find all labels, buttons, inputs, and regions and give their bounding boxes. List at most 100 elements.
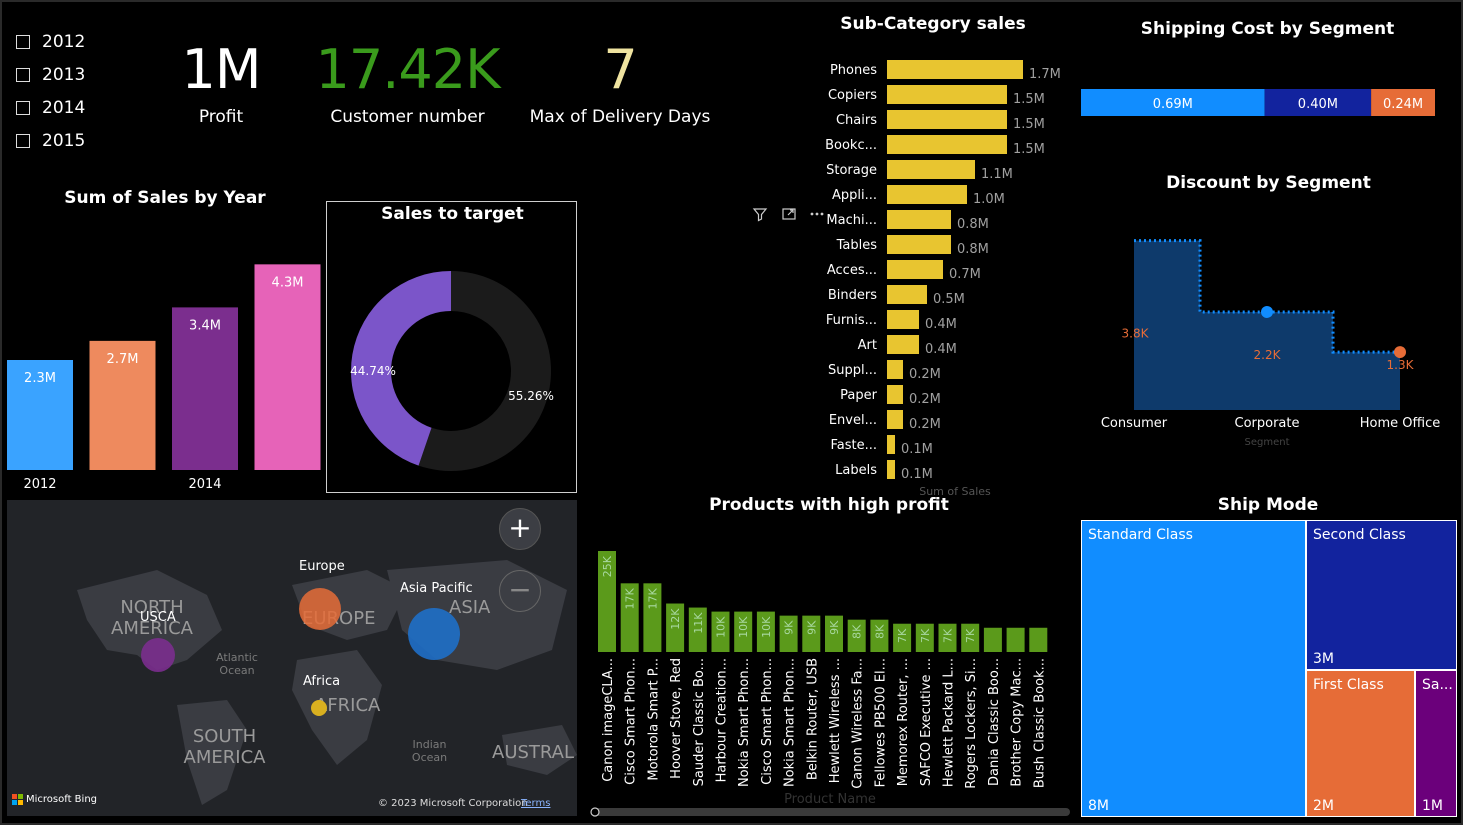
subcategory-bar[interactable] — [887, 185, 967, 204]
subcategory-bar[interactable] — [887, 260, 943, 279]
product-name-label: Motorola Smart P... — [646, 658, 661, 781]
subcategory-value: 0.2M — [909, 367, 941, 382]
subcategory-bar[interactable] — [887, 160, 975, 179]
terms-link[interactable]: Terms — [521, 798, 550, 809]
ship-mode-title: Ship Mode — [1217, 495, 1319, 515]
subcategory-bar[interactable] — [887, 360, 903, 379]
cell-value: 1M — [1422, 798, 1443, 814]
subcategory-value: 0.1M — [901, 442, 933, 457]
slicer-item-2013[interactable]: 2013 — [16, 65, 85, 85]
discount-area — [1134, 240, 1400, 410]
discount-value: 2.2K — [1254, 348, 1282, 362]
kpi-value: 1M — [181, 38, 262, 101]
product-value: 10K — [760, 616, 773, 638]
subcategory-label: Chairs — [836, 113, 877, 128]
product-value: 9K — [828, 620, 841, 635]
subcategory-bar[interactable] — [887, 60, 1023, 79]
donut-label: 44.74% — [350, 364, 396, 378]
shipping-cost-title: Shipping Cost by Segment — [1140, 19, 1395, 39]
product-bar[interactable] — [1006, 627, 1025, 652]
subcategory-bar[interactable] — [887, 235, 951, 254]
world-map[interactable]: NORTH AMERICA EUROPE ASIA AFRICA SOUTH A… — [7, 500, 577, 816]
product-name-label: Dania Classic Boo... — [987, 658, 1002, 786]
subcategory-bar[interactable] — [887, 85, 1007, 104]
subcategory-label: Appli... — [832, 188, 877, 203]
product-name-label: Cisco Smart Phon... — [760, 658, 775, 785]
slicer-label: 2012 — [42, 32, 86, 52]
subcategory-value: 0.4M — [925, 317, 957, 332]
map-label-atlantic: Atlantic Ocean — [216, 651, 258, 677]
product-name-label: Rogers Lockers, Si... — [964, 658, 979, 789]
product-name-label: Hoover Stove, Red — [669, 658, 684, 779]
cell-label: Sa... — [1422, 677, 1453, 693]
bubble-africa[interactable] — [311, 700, 327, 716]
cell-label: Standard Class — [1088, 527, 1193, 543]
subcategory-bar[interactable] — [887, 135, 1007, 154]
slicer-item-2012[interactable]: 2012 — [16, 32, 85, 52]
shipping-cost-label: 0.24M — [1383, 97, 1423, 112]
product-name-label: Fellowes PB500 El... — [873, 658, 888, 787]
checkbox[interactable] — [16, 101, 30, 115]
discount-point[interactable] — [1394, 346, 1406, 359]
subcategory-value: 0.8M — [957, 217, 989, 232]
subcategory-value: 0.4M — [925, 342, 957, 357]
subcategory-bar[interactable] — [887, 285, 927, 304]
kpi-label: Max of Delivery Days — [529, 107, 711, 127]
subcategory-label: Copiers — [828, 88, 877, 103]
slicer-label: 2013 — [42, 65, 86, 85]
subcategory-bar[interactable] — [887, 410, 903, 429]
subcategory-label: Paper — [840, 388, 877, 403]
sales-to-target-visual[interactable]: Sales to target 44.74% 55.26% — [326, 201, 824, 493]
products-scrollbar[interactable] — [592, 808, 1070, 816]
slicer-item-2015[interactable]: 2015 — [16, 131, 85, 151]
shipping-cost-label: 0.40M — [1298, 97, 1338, 112]
subcategory-bar[interactable] — [887, 460, 895, 479]
discount-point[interactable] — [1261, 305, 1273, 318]
product-name-label: Canon Wireless Fa... — [851, 658, 866, 789]
year-bar-label: 2.7M — [107, 352, 139, 367]
zoom-in-button[interactable]: + — [499, 508, 541, 550]
product-value: 10K — [715, 616, 728, 638]
treemap-cell-same-day[interactable]: Sa... 1M — [1415, 670, 1457, 817]
product-name-label: Bush Classic Book... — [1032, 658, 1047, 788]
filter-icon[interactable] — [752, 206, 768, 222]
kpi-label: Profit — [198, 107, 244, 127]
checkbox[interactable] — [16, 35, 30, 49]
product-bar[interactable] — [983, 627, 1002, 652]
slicer-item-2014[interactable]: 2014 — [16, 98, 85, 118]
subcategory-bar[interactable] — [887, 335, 919, 354]
products-scrollbar-handle[interactable] — [590, 807, 600, 817]
bubble-asia-pacific[interactable] — [408, 608, 460, 660]
subcategory-label: Storage — [826, 163, 877, 178]
treemap-cell-first-class[interactable]: First Class 2M — [1306, 670, 1415, 817]
year-bar[interactable] — [254, 264, 321, 470]
treemap-cell-second-class[interactable]: Second Class 3M — [1306, 520, 1457, 670]
subcategory-label: Envel... — [829, 413, 877, 428]
cell-label: First Class — [1313, 677, 1384, 693]
checkbox[interactable] — [16, 134, 30, 148]
bubble-europe[interactable] — [299, 588, 341, 630]
product-name-label: Sauder Classic Bo... — [692, 658, 707, 786]
treemap-cell-standard-class[interactable]: Standard Class 8M — [1081, 520, 1306, 817]
bubble-label-asia-pacific: Asia Pacific — [400, 581, 473, 596]
sales-by-year-chart: 2.3M 2012 2.7M 3.4M 2014 4.3M — [7, 264, 321, 492]
subcategory-bar[interactable] — [887, 110, 1007, 129]
discount-axis-title: Segment — [1245, 437, 1290, 448]
slicer-label: 2014 — [42, 98, 86, 118]
subcategory-bar[interactable] — [887, 310, 919, 329]
subcategory-bar[interactable] — [887, 210, 951, 229]
checkbox[interactable] — [16, 68, 30, 82]
bubble-usca[interactable] — [141, 638, 175, 672]
subcategory-bar[interactable] — [887, 385, 903, 404]
product-value: 7K — [919, 628, 932, 643]
subcategory-value: 1.0M — [973, 192, 1005, 207]
subcategory-label: Suppl... — [828, 363, 877, 378]
product-name-label: Hewlett Packard L... — [942, 658, 957, 787]
product-bar[interactable] — [1029, 627, 1048, 652]
subcategory-bar[interactable] — [887, 435, 895, 454]
sales-by-year-title: Sum of Sales by Year — [64, 188, 266, 208]
subcategory-label: Furnis... — [826, 313, 877, 328]
zoom-out-button[interactable]: − — [499, 570, 541, 612]
product-value: 11K — [692, 612, 705, 634]
bing-attribution: Microsoft Bing — [12, 794, 97, 805]
